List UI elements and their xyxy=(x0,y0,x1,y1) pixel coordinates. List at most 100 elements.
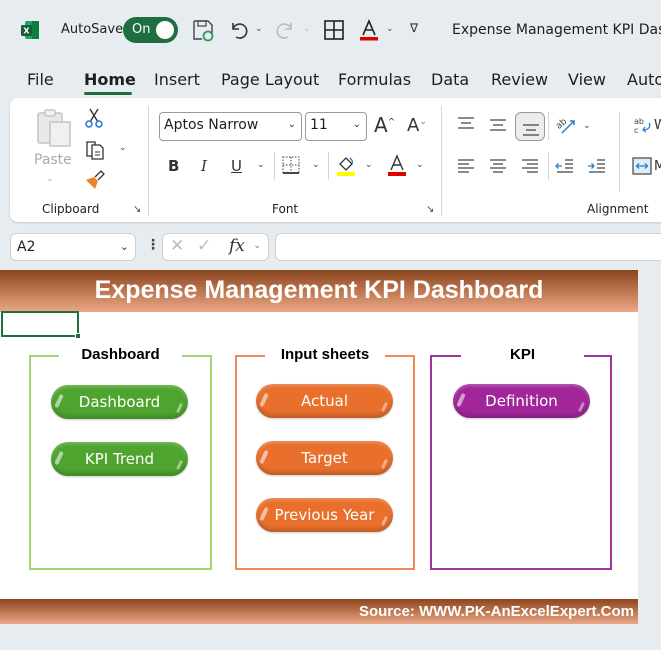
customize-qat-icon[interactable]: ∇ xyxy=(410,21,418,35)
selected-cell[interactable] xyxy=(1,311,79,337)
redo-icon xyxy=(276,23,292,39)
cancel-icon[interactable]: ✕ xyxy=(170,236,184,256)
dashboard-group-title: Dashboard xyxy=(81,346,160,363)
fill-color-icon[interactable] xyxy=(335,153,357,177)
format-painter-icon[interactable] xyxy=(84,168,106,190)
group-separator xyxy=(441,106,442,216)
chevron-down-icon: ⌄ xyxy=(287,119,296,130)
definition-button[interactable]: Definition xyxy=(453,384,590,418)
tab-insert[interactable]: Insert xyxy=(154,70,200,89)
font-dialog-launcher-icon[interactable]: ↘ xyxy=(426,204,434,215)
active-tab-indicator xyxy=(84,92,132,95)
svg-text:c: c xyxy=(634,126,638,135)
formula-controls: ✕ ✓ fx ⌄ xyxy=(162,233,269,261)
source-credit: Source: WWW.PK-AnExcelExpert.Com xyxy=(358,603,634,620)
undo-icon[interactable] xyxy=(226,18,250,42)
orientation-icon[interactable]: ab xyxy=(554,114,578,136)
merge-center-icon[interactable] xyxy=(632,157,652,175)
paste-dropdown-icon: ⌄ xyxy=(46,174,54,184)
previous-year-button[interactable]: Previous Year xyxy=(256,498,393,532)
dashboard-button[interactable]: Dashboard xyxy=(51,385,188,419)
copy-dropdown-icon[interactable]: ⌄ xyxy=(119,143,127,153)
tab-view[interactable]: View xyxy=(568,70,606,89)
separator xyxy=(619,112,620,192)
separator xyxy=(548,112,549,140)
wrap-text-icon[interactable]: ab c xyxy=(633,115,653,137)
autosave-toggle[interactable]: On xyxy=(123,17,178,43)
alignment-group-label: Alignment xyxy=(587,202,649,216)
svg-text:X: X xyxy=(23,27,30,36)
svg-text:ab: ab xyxy=(554,117,569,132)
frame-top-line xyxy=(430,355,461,357)
align-right-icon[interactable] xyxy=(519,157,541,175)
excel-window: X AutoSave On ⌄ ⌄ ⌄ ∇ Expense Management… xyxy=(0,0,661,650)
excel-logo-icon: X xyxy=(21,21,39,39)
bottom-align-button[interactable] xyxy=(515,112,545,141)
clipboard-dialog-launcher-icon[interactable]: ↘ xyxy=(133,204,141,215)
font-color-dropdown-icon[interactable]: ⌄ xyxy=(416,160,424,170)
decrease-font-size-icon[interactable]: A⌄ xyxy=(407,115,427,136)
copy-icon[interactable] xyxy=(84,138,106,160)
borders-icon[interactable] xyxy=(281,155,301,175)
italic-button[interactable]: I xyxy=(201,157,207,175)
tab-data[interactable]: Data xyxy=(431,70,469,89)
font-color-dropdown-icon[interactable]: ⌄ xyxy=(386,24,394,34)
align-left-icon[interactable] xyxy=(455,157,477,175)
cut-icon[interactable] xyxy=(84,107,104,129)
svg-text:ab: ab xyxy=(634,117,644,126)
document-title: Expense Management KPI Dash xyxy=(452,22,661,38)
toggle-knob xyxy=(156,21,174,39)
actual-button[interactable]: Actual xyxy=(256,384,393,418)
font-size-combobox[interactable]: 11 ⌄ xyxy=(305,112,367,141)
merge-center-label[interactable]: M xyxy=(654,159,661,174)
chevron-down-icon[interactable]: ⌄ xyxy=(253,240,261,251)
name-box[interactable]: A2 ⌄ xyxy=(10,233,136,261)
underline-dropdown-icon[interactable]: ⌄ xyxy=(257,160,265,170)
increase-indent-icon[interactable] xyxy=(586,157,608,175)
tab-review[interactable]: Review xyxy=(491,70,548,89)
middle-align-icon[interactable] xyxy=(487,117,509,135)
top-align-icon[interactable] xyxy=(455,115,477,133)
frame-top-line xyxy=(235,355,265,357)
orientation-dropdown-icon[interactable]: ⌄ xyxy=(583,121,591,131)
input-sheets-group-title: Input sheets xyxy=(280,346,370,363)
undo-dropdown-icon[interactable]: ⌄ xyxy=(255,24,263,34)
font-color-icon[interactable] xyxy=(357,18,381,42)
paste-label[interactable]: Paste xyxy=(34,152,72,168)
font-name-combobox[interactable]: Aptos Narrow ⌄ xyxy=(159,112,302,141)
tab-file[interactable]: File xyxy=(27,70,54,89)
tab-formulas[interactable]: Formulas xyxy=(338,70,411,89)
save-icon[interactable] xyxy=(191,18,215,42)
more-options-icon[interactable]: ⋮ xyxy=(146,237,160,253)
clipboard-group-label: Clipboard xyxy=(42,202,100,216)
decrease-indent-icon[interactable] xyxy=(554,157,576,175)
tab-page-layout[interactable]: Page Layout xyxy=(221,70,319,89)
formula-input[interactable] xyxy=(275,233,661,261)
increase-font-size-icon[interactable]: A^ xyxy=(374,113,395,137)
underline-button[interactable]: U xyxy=(231,157,242,175)
font-size-value: 11 xyxy=(310,117,328,133)
name-box-value: A2 xyxy=(17,239,36,255)
font-color-icon[interactable] xyxy=(386,153,408,177)
frame-top-line xyxy=(385,355,415,357)
tab-home[interactable]: Home xyxy=(84,70,136,89)
frame-top-line xyxy=(29,355,59,357)
separator xyxy=(274,152,275,180)
tab-automate[interactable]: Auto xyxy=(627,70,661,89)
enter-icon[interactable]: ✓ xyxy=(197,236,211,256)
align-center-icon[interactable] xyxy=(487,157,509,175)
wrap-text-label[interactable]: W xyxy=(654,118,661,133)
autosave-state: On xyxy=(132,22,151,37)
frame-top-line xyxy=(182,355,212,357)
borders-icon[interactable] xyxy=(322,18,346,42)
paste-icon[interactable] xyxy=(36,108,72,148)
borders-dropdown-icon[interactable]: ⌄ xyxy=(312,160,320,170)
fill-handle[interactable] xyxy=(75,333,81,339)
bold-button[interactable]: B xyxy=(168,157,179,175)
insert-function-button[interactable]: fx xyxy=(229,236,245,256)
bottom-align-icon xyxy=(523,124,539,136)
kpi-trend-button[interactable]: KPI Trend xyxy=(51,442,188,476)
chevron-down-icon: ⌄ xyxy=(119,240,129,253)
target-button[interactable]: Target xyxy=(256,441,393,475)
fill-color-dropdown-icon[interactable]: ⌄ xyxy=(365,160,373,170)
